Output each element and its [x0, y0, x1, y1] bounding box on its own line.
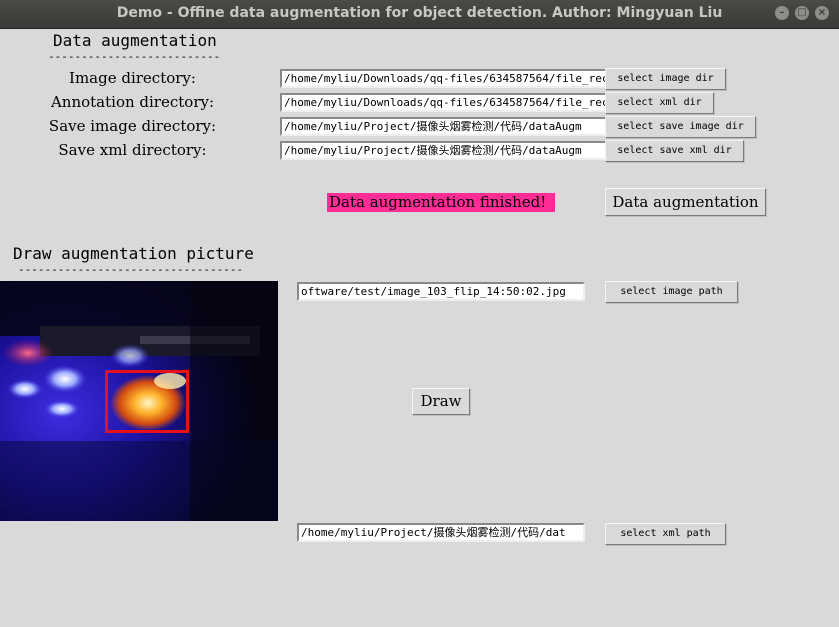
- save-image-directory-input[interactable]: /home/myliu/Project/摄像头烟雾检测/代码/dataAugm: [280, 117, 608, 136]
- draw-button[interactable]: Draw: [412, 388, 470, 415]
- draw-section-title: Draw augmentation picture: [13, 244, 254, 263]
- select-save-image-dir-button[interactable]: select save image dir: [605, 116, 756, 138]
- select-save-xml-dir-button[interactable]: select save xml dir: [605, 140, 744, 162]
- window-title: Demo - Offine data augmentation for obje…: [116, 5, 723, 21]
- xml-path-input[interactable]: /home/myliu/Project/摄像头烟雾检测/代码/dat: [297, 523, 585, 542]
- save-xml-directory-input[interactable]: /home/myliu/Project/摄像头烟雾检测/代码/dataAugm: [280, 141, 608, 160]
- select-xml-dir-button[interactable]: select xml dir: [605, 92, 714, 114]
- save-xml-directory-label: Save xml directory:: [58, 141, 207, 159]
- close-icon[interactable]: ×: [815, 6, 829, 20]
- maximize-icon[interactable]: □: [795, 6, 809, 20]
- minimize-icon[interactable]: –: [775, 6, 789, 20]
- save-image-directory-label: Save image directory:: [48, 117, 217, 135]
- annotation-directory-label: Annotation directory:: [50, 93, 215, 111]
- annotation-directory-input[interactable]: /home/myliu/Downloads/qq-files/634587564…: [280, 93, 608, 112]
- select-image-dir-button[interactable]: select image dir: [605, 68, 726, 90]
- augmentation-preview-image: [0, 281, 278, 521]
- select-xml-path-button[interactable]: select xml path: [605, 523, 726, 545]
- image-directory-label: Image directory:: [69, 69, 196, 87]
- augmentation-section-title: Data augmentation: [53, 31, 217, 50]
- select-image-path-button[interactable]: select image path: [605, 281, 738, 303]
- image-directory-input[interactable]: /home/myliu/Downloads/qq-files/634587564…: [280, 69, 608, 88]
- augmentation-section-rule: --------------------------: [48, 50, 221, 63]
- status-message: Data augmentation finished!: [327, 193, 555, 212]
- window-titlebar[interactable]: Demo - Offine data augmentation for obje…: [0, 0, 839, 29]
- bounding-box: [105, 370, 189, 433]
- draw-section-rule: ----------------------------------: [18, 263, 244, 276]
- data-augmentation-button[interactable]: Data augmentation: [605, 188, 766, 216]
- image-path-input[interactable]: oftware/test/image_103_flip_14:50:02.jpg: [297, 282, 585, 301]
